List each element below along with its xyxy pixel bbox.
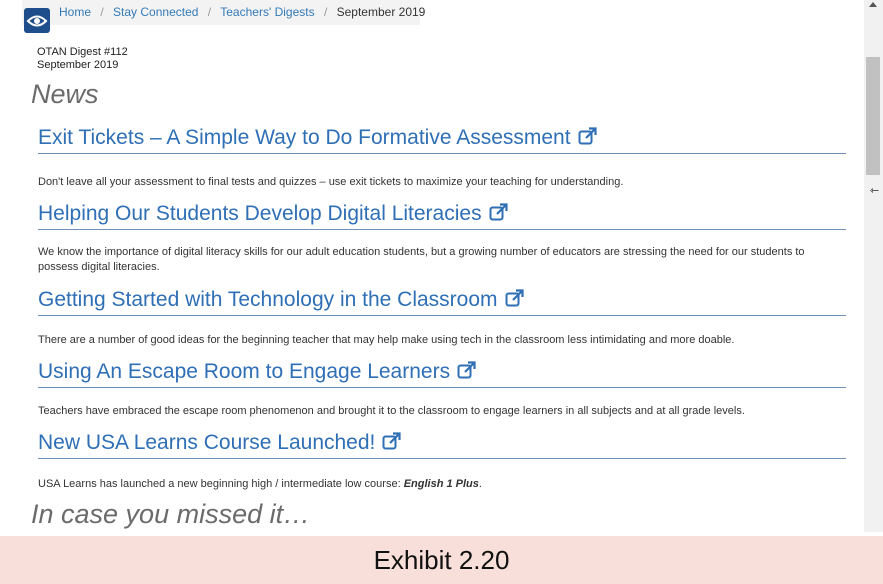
article-desc: Teachers have embraced the escape room p… <box>38 405 745 417</box>
article-title-escape-room[interactable]: Using An Escape Room to Engage Learners <box>38 360 846 388</box>
missed-heading: In case you missed it… <box>31 499 311 529</box>
article-title-technology-classroom[interactable]: Getting Started with Technology in the C… <box>38 288 846 316</box>
mouse-cursor-icon: ⇽ <box>870 185 880 197</box>
external-link-icon[interactable] <box>457 361 476 379</box>
breadcrumb-teachers-digests[interactable]: Teachers' Digests <box>220 5 314 19</box>
breadcrumb-stay-connected[interactable]: Stay Connected <box>113 5 198 19</box>
page-content: Home / Stay Connected / Teachers' Digest… <box>0 0 864 532</box>
course-name: English 1 Plus <box>403 478 479 490</box>
otan-logo-icon[interactable] <box>24 8 50 33</box>
article-desc: USA Learns has launched a new beginning … <box>38 477 828 492</box>
article-desc: We know the importance of digital litera… <box>38 246 805 273</box>
breadcrumb-separator: / <box>100 5 104 19</box>
breadcrumb-separator: / <box>207 5 212 19</box>
breadcrumb-separator: / <box>323 5 328 19</box>
news-heading: News <box>31 79 99 109</box>
external-link-icon[interactable] <box>505 289 524 307</box>
breadcrumb-home[interactable]: Home <box>59 5 91 19</box>
article-title-text[interactable]: Getting Started with Technology in the C… <box>38 288 498 311</box>
vertical-scrollbar[interactable] <box>864 0 883 532</box>
digest-info: OTAN Digest #112 September 2019 <box>37 46 128 72</box>
external-link-icon[interactable] <box>489 203 508 221</box>
article-desc: There are a number of good ideas for the… <box>38 334 735 346</box>
external-link-icon[interactable] <box>578 127 597 145</box>
digest-number: OTAN Digest #112 <box>37 46 128 58</box>
breadcrumb-current: September 2019 <box>336 5 426 19</box>
external-link-icon[interactable] <box>382 432 401 450</box>
article-title-text[interactable]: New USA Learns Course Launched! <box>38 431 375 454</box>
breadcrumb: Home / Stay Connected / Teachers' Digest… <box>59 5 425 19</box>
exhibit-caption: Exhibit 2.20 <box>0 536 883 584</box>
article-title-text[interactable]: Exit Tickets – A Simple Way to Do Format… <box>38 126 571 149</box>
article-title-digital-literacies[interactable]: Helping Our Students Develop Digital Lit… <box>38 202 846 230</box>
article-title-exit-tickets[interactable]: Exit Tickets – A Simple Way to Do Format… <box>38 126 846 154</box>
scroll-up-icon[interactable] <box>869 2 877 7</box>
scrollbar-thumb[interactable] <box>866 57 880 175</box>
article-title-text[interactable]: Using An Escape Room to Engage Learners <box>38 360 450 383</box>
article-desc: Don't leave all your assessment to final… <box>38 176 624 188</box>
article-desc-suffix: . <box>478 478 482 490</box>
digest-date: September 2019 <box>37 59 119 71</box>
article-desc-prefix: USA Learns has launched a new beginning … <box>38 478 404 490</box>
article-title-usa-learns[interactable]: New USA Learns Course Launched! <box>38 431 846 459</box>
article-title-text[interactable]: Helping Our Students Develop Digital Lit… <box>38 202 482 225</box>
